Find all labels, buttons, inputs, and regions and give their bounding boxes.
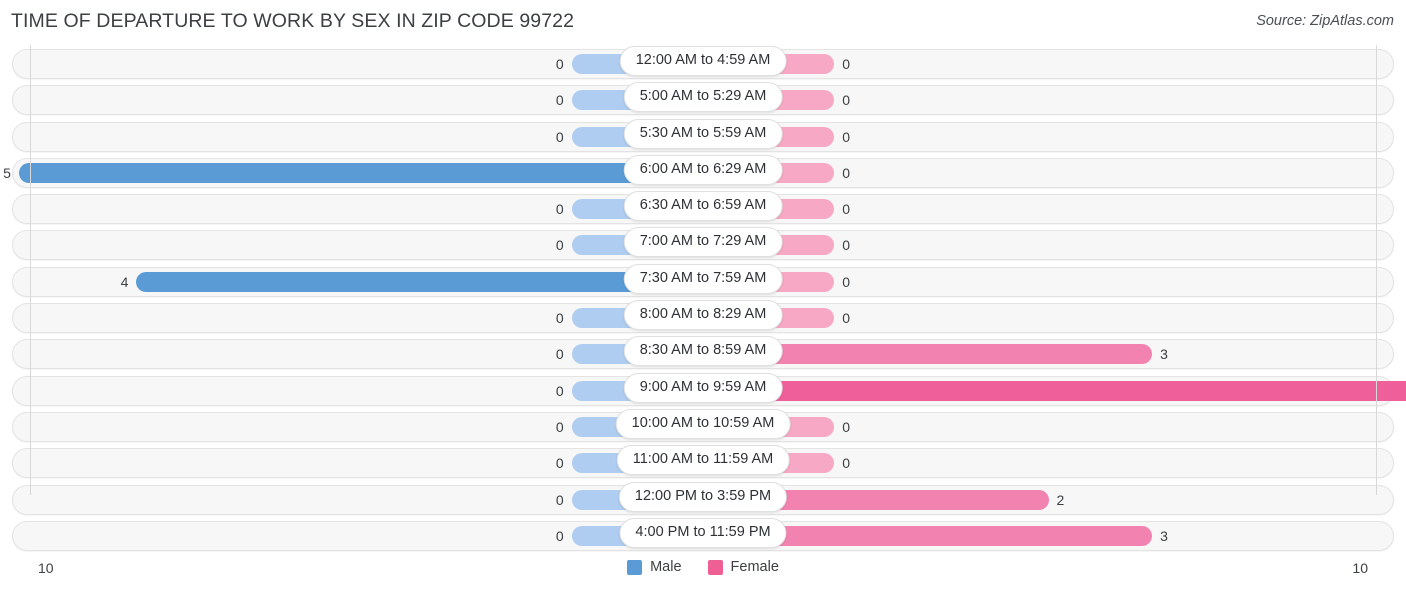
male-value-label: 4: [120, 273, 129, 290]
category-label: 7:30 AM to 7:59 AM: [623, 263, 783, 294]
female-value-label: 0: [842, 418, 851, 435]
table-row[interactable]: 0 0 6:30 AM to 6:59 AM: [0, 191, 1406, 227]
male-value-label: 0: [555, 455, 564, 472]
table-row[interactable]: 0109:00 AM to 9:59 AM: [0, 372, 1406, 409]
chart-legend: Male Female: [0, 559, 1406, 575]
female-value-label: 0: [842, 455, 851, 472]
legend-item-female[interactable]: Female: [707, 559, 779, 575]
male-value-label: 0: [555, 128, 564, 145]
category-label: 6:30 AM to 6:59 AM: [623, 191, 783, 222]
category-label: 4:00 PM to 11:59 PM: [619, 517, 787, 548]
female-value-label: 3: [1160, 527, 1168, 544]
female-value-label: 0: [842, 164, 851, 181]
table-row[interactable]: 4 0 7:30 AM to 7:59 AM: [0, 263, 1406, 300]
table-row[interactable]: 0 0 12:00 AM to 4:59 AM: [0, 46, 1406, 82]
legend-label: Male: [650, 559, 682, 575]
chart-footer: 10 10 Male Female: [0, 557, 1406, 587]
legend-label: Female: [730, 559, 779, 575]
legend-swatch-icon: [627, 559, 643, 575]
female-bar[interactable]: [703, 380, 1406, 401]
female-value-label: 0: [842, 56, 851, 72]
female-value-label: 0: [842, 237, 851, 254]
female-value-label: 0: [842, 201, 851, 218]
female-value-label: 0: [842, 273, 851, 290]
male-value-label: 0: [555, 56, 564, 72]
table-row[interactable]: 0 0 5:00 AM to 5:29 AM: [0, 82, 1406, 118]
male-value-label: 5: [3, 164, 11, 181]
table-row[interactable]: 0 3 4:00 PM to 11:59 PM: [0, 517, 1406, 554]
male-value-label: 0: [555, 527, 564, 544]
category-label: 12:00 PM to 3:59 PM: [618, 481, 788, 512]
page-title: TIME OF DEPARTURE TO WORK BY SEX IN ZIP …: [11, 10, 575, 32]
axis-line-left: [30, 45, 31, 495]
legend-swatch-icon: [707, 559, 723, 575]
category-label: 6:00 AM to 6:29 AM: [623, 154, 783, 185]
table-row[interactable]: 0 0 10:00 AM to 10:59 AM: [0, 408, 1406, 445]
male-value-label: 0: [555, 491, 564, 508]
male-value-label: 0: [555, 201, 564, 218]
category-label: 8:30 AM to 8:59 AM: [623, 336, 783, 367]
category-label: 12:00 AM to 4:59 AM: [619, 46, 787, 76]
category-label: 9:00 AM to 9:59 AM: [623, 372, 783, 403]
male-value-label: 0: [555, 382, 564, 399]
chart-header: TIME OF DEPARTURE TO WORK BY SEX IN ZIP …: [0, 0, 1406, 42]
chart-rows: 0 0 12:00 AM to 4:59 AM 0 0 5:00 AM to 5:29 A…: [0, 46, 1406, 554]
table-row[interactable]: 5 0 6:00 AM to 6:29 AM: [0, 154, 1406, 191]
source-attribution: Source: ZipAtlas.com: [1256, 13, 1394, 29]
male-value-label: 0: [555, 92, 564, 109]
table-row[interactable]: 0 0 11:00 AM to 11:59 AM: [0, 445, 1406, 481]
male-bar[interactable]: [18, 162, 703, 183]
category-label: 11:00 AM to 11:59 AM: [616, 445, 790, 476]
category-label: 8:00 AM to 8:29 AM: [623, 300, 783, 331]
table-row[interactable]: 0 2 12:00 PM to 3:59 PM: [0, 481, 1406, 518]
male-value-label: 0: [555, 346, 564, 363]
male-value-label: 0: [555, 418, 564, 435]
male-value-label: 0: [555, 310, 564, 327]
male-bar[interactable]: [136, 271, 703, 292]
table-row[interactable]: 0 0 5:30 AM to 5:59 AM: [0, 118, 1406, 155]
table-row[interactable]: 0 0 8:00 AM to 8:29 AM: [0, 300, 1406, 336]
legend-item-male[interactable]: Male: [627, 559, 682, 575]
male-value-label: 0: [555, 237, 564, 254]
female-value-label: 3: [1160, 346, 1168, 363]
table-row[interactable]: 0 0 7:00 AM to 7:29 AM: [0, 227, 1406, 263]
axis-line-right: [1376, 45, 1377, 495]
category-label: 10:00 AM to 10:59 AM: [615, 408, 791, 439]
category-label: 7:00 AM to 7:29 AM: [623, 227, 783, 258]
female-value-label: 0: [842, 128, 851, 145]
female-value-label: 0: [842, 310, 851, 327]
female-value-label: 0: [842, 92, 851, 109]
female-value-label: 2: [1056, 491, 1065, 508]
category-label: 5:30 AM to 5:59 AM: [623, 118, 783, 149]
chart-plot-area: 0 0 12:00 AM to 4:59 AM 0 0 5:00 AM to 5:29 A…: [0, 42, 1406, 551]
table-row[interactable]: 0 3 8:30 AM to 8:59 AM: [0, 336, 1406, 372]
category-label: 5:00 AM to 5:29 AM: [623, 82, 783, 113]
